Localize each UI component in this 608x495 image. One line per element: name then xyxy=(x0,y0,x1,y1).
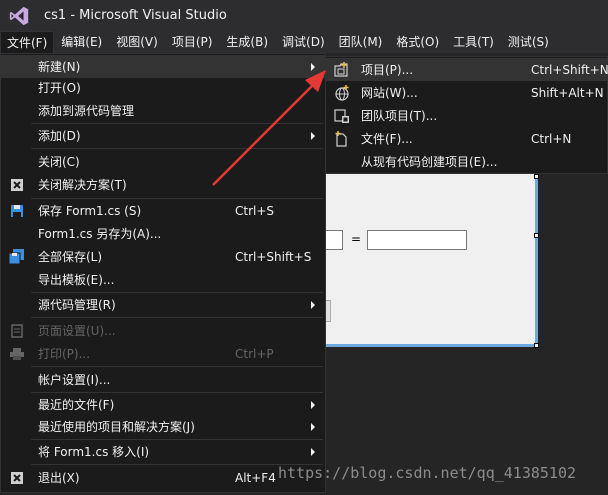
file-menu-recent-projects[interactable]: 最近使用的项目和解决方案(J) xyxy=(1,415,325,438)
file-menu-add[interactable]: 添加(D) xyxy=(1,124,325,147)
equals-label: = xyxy=(351,232,362,246)
file-menu-exit[interactable]: 退出(X) Alt+F4 xyxy=(1,466,325,489)
menu-view[interactable]: 视图(V) xyxy=(109,31,165,53)
submenu-arrow-icon xyxy=(311,400,315,409)
menu-separator xyxy=(31,366,323,367)
resize-handle-right[interactable] xyxy=(534,233,539,238)
file-menu-source-control[interactable]: 源代码管理(R) xyxy=(1,293,325,316)
submenu-arrow-icon xyxy=(311,62,315,71)
new-file-icon xyxy=(334,130,350,147)
file-menu-add-to-source-control[interactable]: 添加到源代码管理 xyxy=(1,99,325,122)
printer-icon xyxy=(9,346,25,362)
menu-format[interactable]: 格式(O) xyxy=(389,31,446,53)
globe-icon xyxy=(334,84,350,101)
window-title: cs1 - Microsoft Visual Studio xyxy=(44,8,227,23)
new-menu-project[interactable]: 项目(P)... Ctrl+Shift+N xyxy=(326,58,608,81)
close-solution-icon xyxy=(9,177,25,193)
submenu-arrow-icon xyxy=(311,131,315,140)
menu-tools[interactable]: 工具(T) xyxy=(446,31,501,53)
menu-debug[interactable]: 调试(D) xyxy=(275,31,332,53)
submenu-arrow-icon xyxy=(311,300,315,309)
file-menu-page-setup: 页面设置(U)... xyxy=(1,319,325,342)
menu-test[interactable]: 测试(S) xyxy=(501,31,556,53)
visual-studio-logo-icon xyxy=(9,6,29,25)
exit-icon xyxy=(9,470,25,486)
save-icon xyxy=(9,203,25,219)
file-menu-save-as[interactable]: Form1.cs 另存为(A)... xyxy=(1,222,325,245)
menu-build[interactable]: 生成(B) xyxy=(219,31,275,53)
file-menu-close[interactable]: 关闭(C) xyxy=(1,150,325,173)
resize-handle-bottom-right[interactable] xyxy=(534,343,539,348)
menu-bar: 文件(F) 编辑(E) 视图(V) 项目(P) 生成(B) 调试(D) 团队(M… xyxy=(0,31,608,53)
submenu-arrow-icon xyxy=(311,447,315,456)
file-menu-print: 打印(P)... Ctrl+P xyxy=(1,342,325,365)
submenu-arrow-icon xyxy=(311,422,315,431)
menu-file[interactable]: 文件(F) xyxy=(0,31,55,53)
new-submenu: 项目(P)... Ctrl+Shift+N 网站(W)... Shift+Alt… xyxy=(325,56,608,174)
menu-edit[interactable]: 编辑(E) xyxy=(54,31,109,53)
new-project-icon xyxy=(334,61,350,78)
menu-separator xyxy=(31,148,323,149)
resize-handle-top-right[interactable] xyxy=(534,174,539,179)
file-menu-save-all[interactable]: 全部保存(L) Ctrl+Shift+S xyxy=(1,245,325,268)
file-menu-save[interactable]: 保存 Form1.cs (S) Ctrl+S xyxy=(1,199,325,222)
new-menu-website[interactable]: 网站(W)... Shift+Alt+N xyxy=(326,81,607,104)
file-menu-move-form[interactable]: 将 Form1.cs 移入(I) xyxy=(1,440,325,463)
page-setup-icon xyxy=(9,323,25,339)
form-designer[interactable]: = xyxy=(318,170,538,347)
save-all-icon xyxy=(9,248,25,265)
team-project-icon xyxy=(334,108,350,124)
file-menu-account-settings[interactable]: 帐户设置(I)... xyxy=(1,368,325,391)
file-menu-open[interactable]: 打开(O) xyxy=(1,76,325,99)
menu-project[interactable]: 项目(P) xyxy=(165,31,220,53)
title-bar: cs1 - Microsoft Visual Studio xyxy=(0,0,608,31)
new-menu-file[interactable]: 文件(F)... Ctrl+N xyxy=(326,127,607,150)
file-menu-recent-files[interactable]: 最近的文件(F) xyxy=(1,393,325,416)
file-menu-close-solution[interactable]: 关闭解决方案(T) xyxy=(1,173,325,196)
textbox-result[interactable] xyxy=(367,230,467,250)
menu-team[interactable]: 团队(M) xyxy=(332,31,390,53)
file-menu-new[interactable]: 新建(N) xyxy=(1,55,325,78)
new-menu-team-project[interactable]: 团队项目(T)... xyxy=(326,104,607,127)
menu-separator xyxy=(31,317,323,318)
file-menu-export-template[interactable]: 导出模板(E)... xyxy=(1,268,325,291)
watermark: https://blog.csdn.net/qq_41385102 xyxy=(278,464,577,482)
new-menu-from-existing-code[interactable]: 从现有代码创建项目(E)... xyxy=(326,150,607,173)
file-menu: 新建(N) 打开(O) 添加到源代码管理 添加(D) 关闭(C) 关闭解决方案(… xyxy=(0,53,326,493)
